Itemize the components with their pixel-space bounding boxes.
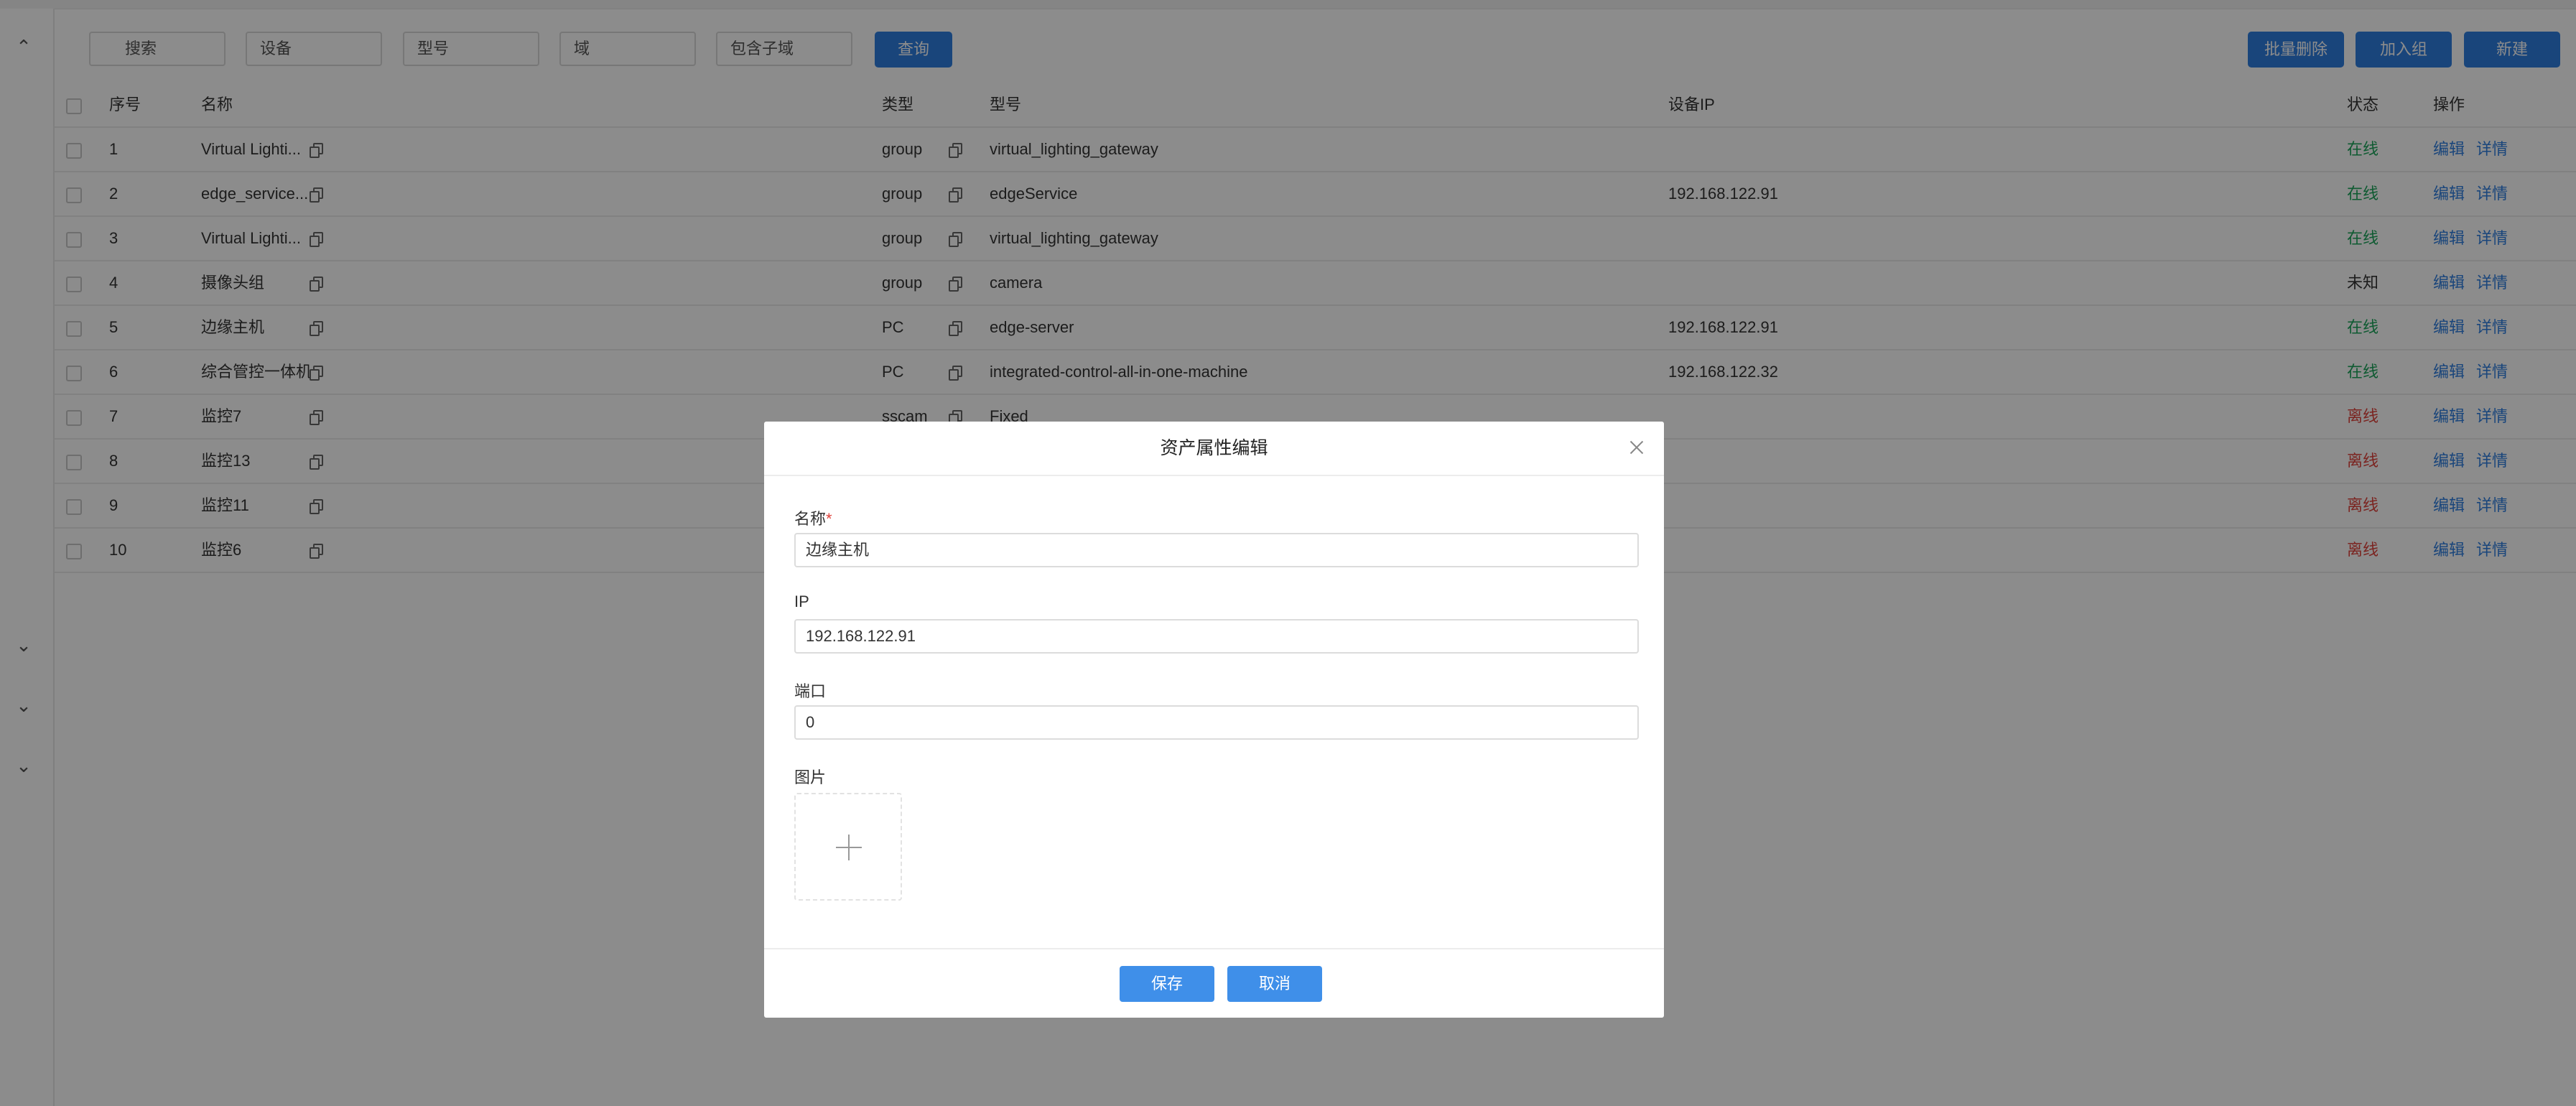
modal-title: 资产属性编辑 (1160, 438, 1268, 458)
cancel-button[interactable]: 取消 (1227, 966, 1322, 1002)
port-field[interactable]: 0 (794, 705, 1639, 740)
name-label: 名称* (794, 506, 832, 529)
required-mark: * (826, 510, 832, 528)
image-upload[interactable] (794, 793, 902, 901)
close-icon[interactable] (1628, 439, 1645, 456)
ip-label: IP (794, 592, 809, 610)
port-label: 端口 (794, 682, 827, 700)
image-label: 图片 (794, 768, 827, 786)
ip-field[interactable]: 192.168.122.91 (794, 619, 1639, 654)
name-label-text: 名称 (794, 510, 827, 528)
plus-icon (836, 835, 862, 860)
save-button[interactable]: 保存 (1120, 966, 1214, 1002)
asset-edit-modal: 资产属性编辑 名称* 边缘主机 IP 192.168.122.91 端口 0 图… (764, 422, 1664, 1018)
name-field[interactable]: 边缘主机 (794, 533, 1639, 567)
modal-footer: 保存 取消 (764, 948, 1664, 1019)
modal-header: 资产属性编辑 (764, 422, 1664, 476)
